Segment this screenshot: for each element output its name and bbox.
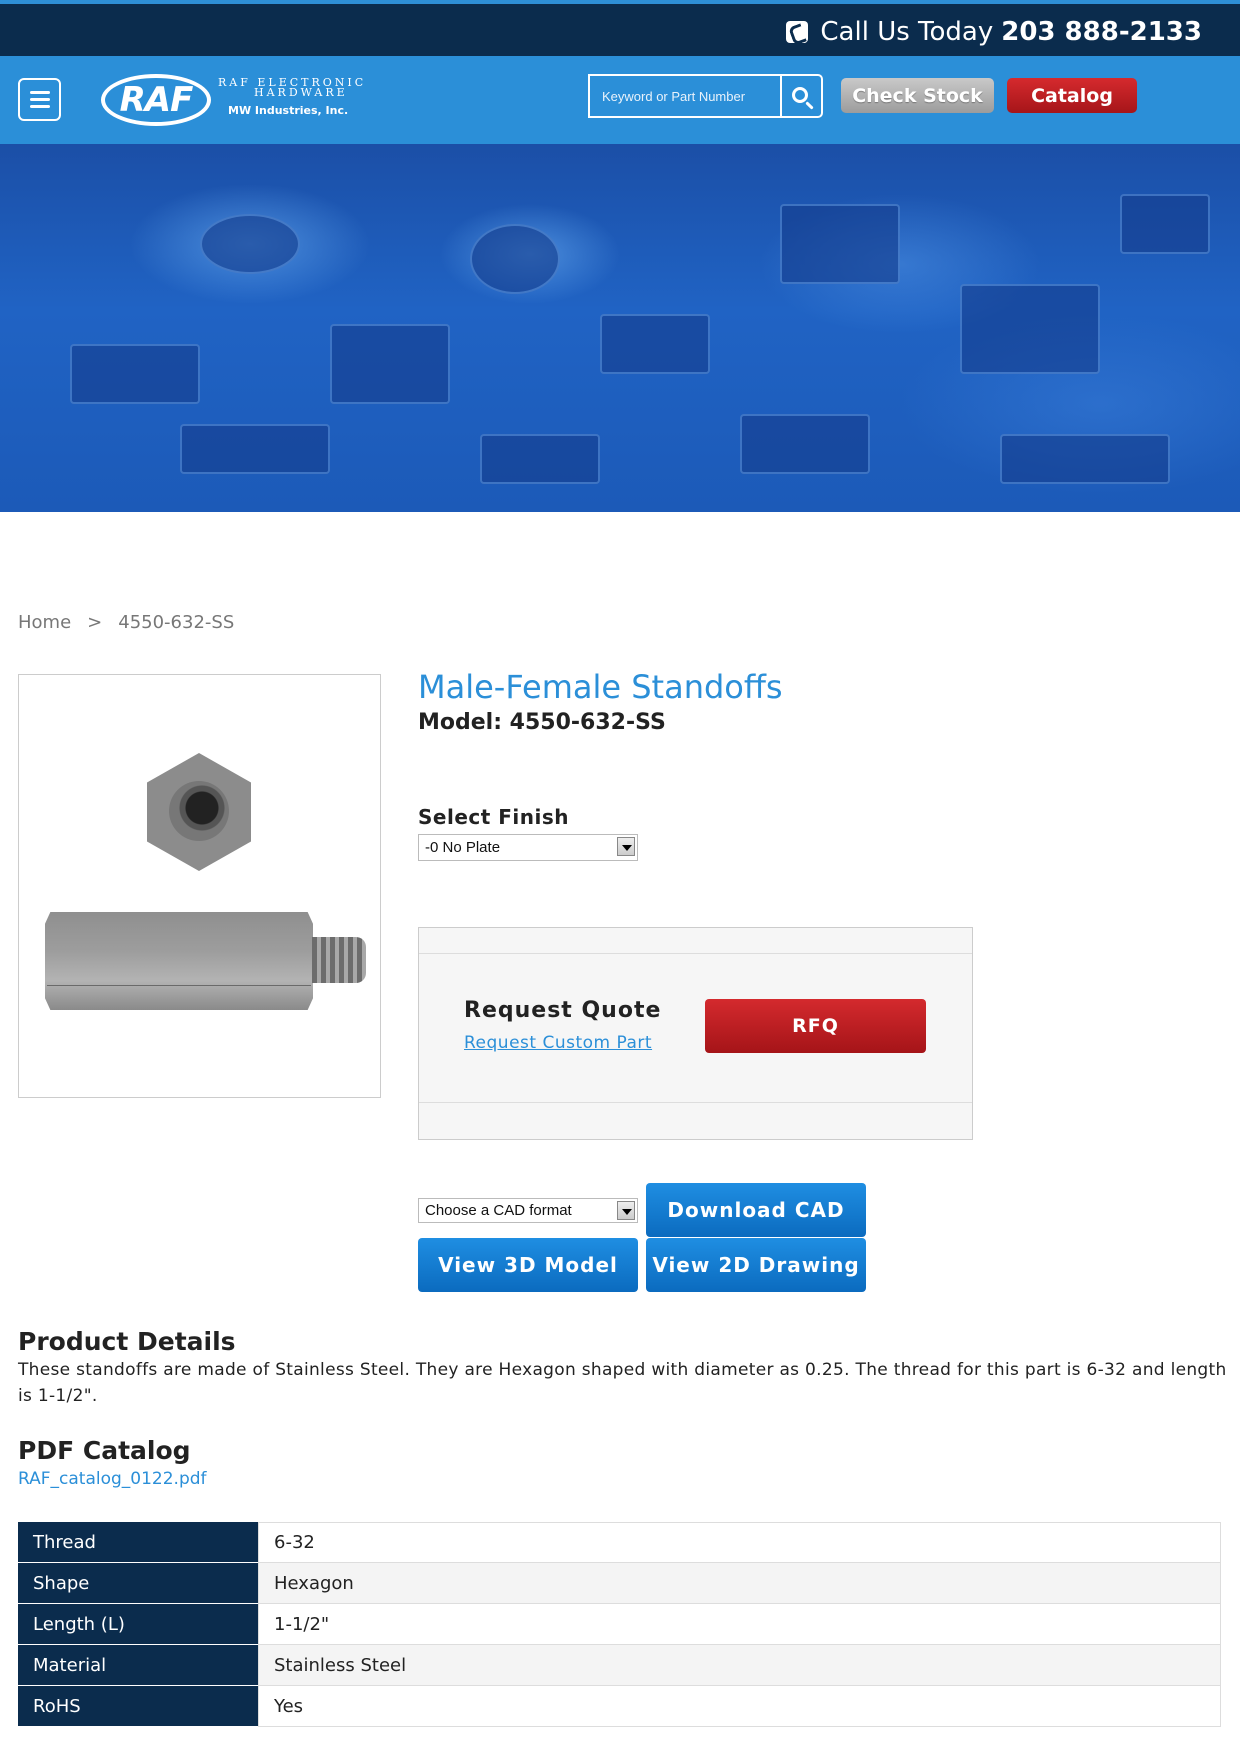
hero-chip: [780, 204, 900, 284]
hamburger-menu-button[interactable]: [18, 78, 61, 121]
check-stock-button[interactable]: Check Stock: [841, 78, 994, 113]
product-details-heading: Product Details: [18, 1327, 236, 1356]
hero-banner-image: [0, 144, 1240, 512]
view-2d-drawing-button[interactable]: View 2D Drawing: [646, 1238, 866, 1292]
standoff-threaded-hole: [169, 781, 229, 841]
product-image[interactable]: [18, 674, 381, 1098]
cad-format-select[interactable]: Choose a CAD format: [418, 1198, 638, 1223]
hero-chip: [70, 344, 200, 404]
logo-line-2: HARDWARE: [254, 86, 348, 99]
table-row: Material Stainless Steel: [18, 1645, 1221, 1686]
spec-key: Material: [18, 1645, 258, 1686]
request-quote-panel: Request Quote Request Custom Part RFQ: [418, 927, 973, 1140]
spec-key: Shape: [18, 1563, 258, 1604]
product-title: Male-Female Standoffs: [418, 668, 783, 706]
pdf-catalog-heading: PDF Catalog: [18, 1436, 191, 1465]
dropdown-arrow-icon[interactable]: [617, 837, 635, 856]
hero-chip: [740, 414, 870, 474]
hero-chip: [600, 314, 710, 374]
phone-icon: [786, 21, 809, 43]
finish-select-value: -0 No Plate: [425, 839, 501, 856]
table-row: Thread 6-32: [18, 1522, 1221, 1563]
select-finish-label: Select Finish: [418, 805, 570, 829]
table-row: RoHS Yes: [18, 1686, 1221, 1727]
hero-chip: [330, 324, 450, 404]
hero-chip: [180, 424, 330, 474]
menu-bar-icon: [29, 91, 50, 94]
cad-format-value: Choose a CAD format: [425, 1202, 572, 1219]
hero-chip: [1000, 434, 1170, 484]
phone-number[interactable]: 203 888-2133: [1001, 17, 1202, 47]
breadcrumb: Home > 4550-632-SS: [18, 612, 234, 633]
top-bar: Call Us Today 203 888-2133: [0, 0, 1240, 56]
search-icon: [792, 86, 808, 103]
search-input[interactable]: Keyword or Part Number: [588, 74, 782, 118]
spec-table: Thread 6-32 Shape Hexagon Length (L) 1-1…: [18, 1522, 1221, 1727]
breadcrumb-current: 4550-632-SS: [118, 612, 235, 633]
spec-value: Hexagon: [258, 1563, 1221, 1604]
request-quote-title: Request Quote: [464, 998, 662, 1023]
dropdown-arrow-icon[interactable]: [617, 1201, 635, 1220]
product-model: Model: 4550-632-SS: [418, 710, 666, 735]
spec-value: Yes: [258, 1686, 1221, 1727]
spec-key: RoHS: [18, 1686, 258, 1727]
view-3d-model-button[interactable]: View 3D Model: [418, 1238, 638, 1292]
pdf-catalog-link[interactable]: RAF_catalog_0122.pdf: [18, 1469, 207, 1489]
call-label: Call Us Today: [820, 17, 994, 47]
table-row: Shape Hexagon: [18, 1563, 1221, 1604]
breadcrumb-separator: >: [87, 612, 103, 633]
request-custom-part-link[interactable]: Request Custom Part: [464, 1033, 652, 1053]
hero-chip: [960, 284, 1100, 374]
breadcrumb-home[interactable]: Home: [18, 612, 71, 633]
finish-select[interactable]: -0 No Plate: [418, 834, 638, 861]
spec-value: Stainless Steel: [258, 1645, 1221, 1686]
hero-chip: [200, 214, 300, 274]
download-cad-button[interactable]: Download CAD: [646, 1183, 866, 1237]
hero-chip: [470, 224, 560, 294]
standoff-edge: [47, 985, 311, 986]
site-header: RAF RAF ELECTRONIC HARDWARE MW Industrie…: [0, 56, 1240, 144]
spec-key: Thread: [18, 1522, 258, 1563]
table-row: Length (L) 1-1/2": [18, 1604, 1221, 1645]
catalog-button[interactable]: Catalog: [1007, 78, 1137, 113]
product-details-text: These standoffs are made of Stainless St…: [18, 1360, 1227, 1406]
standoff-thread: [312, 937, 366, 983]
menu-bar-icon: [29, 105, 50, 108]
rfq-button[interactable]: RFQ: [705, 999, 926, 1053]
logo-tagline: RAF ELECTRONIC HARDWARE MW Industries, I…: [218, 77, 366, 117]
standoff-body: [45, 912, 313, 1010]
raf-logo[interactable]: RAF: [101, 74, 211, 126]
hero-chip: [1120, 194, 1210, 254]
hero-chip: [480, 434, 600, 484]
menu-bar-icon: [29, 98, 50, 101]
spec-value: 1-1/2": [258, 1604, 1221, 1645]
spec-key: Length (L): [18, 1604, 258, 1645]
search-button[interactable]: [780, 74, 823, 118]
logo-line-3: MW Industries, Inc.: [228, 104, 349, 117]
call-us[interactable]: Call Us Today 203 888-2133: [786, 13, 1202, 51]
spec-value: 6-32: [258, 1522, 1221, 1563]
